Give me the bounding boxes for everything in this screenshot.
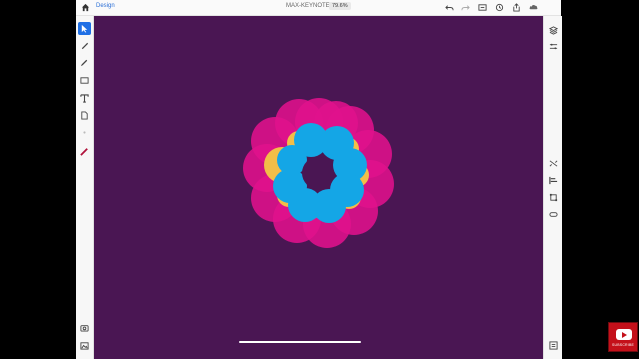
- text-tool[interactable]: [78, 92, 91, 105]
- photo-icon: [80, 342, 89, 350]
- layers-button[interactable]: [547, 24, 559, 36]
- select-icon: [81, 24, 88, 33]
- color-tool[interactable]: [78, 145, 91, 158]
- crop-icon: [549, 193, 557, 201]
- camera-icon: [80, 325, 89, 332]
- properties-button[interactable]: [547, 40, 559, 52]
- home-indicator: [239, 341, 361, 343]
- document-title[interactable]: MAX-KEYNOTE: [286, 3, 330, 9]
- photo-tool[interactable]: [78, 339, 91, 352]
- cloud-icon[interactable]: [528, 2, 539, 13]
- camera-tool[interactable]: [78, 321, 91, 334]
- flower-center: [302, 157, 334, 189]
- boolean-button[interactable]: [547, 208, 559, 220]
- boolean-icon: [548, 211, 558, 217]
- align-button[interactable]: [547, 174, 559, 186]
- right-toolbar: [543, 16, 562, 359]
- repeat-button[interactable]: [547, 157, 559, 169]
- settings-button[interactable]: [547, 339, 559, 351]
- home-icon[interactable]: [80, 2, 91, 13]
- design-canvas[interactable]: [94, 16, 543, 359]
- pen-tool[interactable]: [78, 39, 91, 52]
- undo-icon[interactable]: [444, 2, 455, 13]
- youtube-play-icon: [616, 329, 632, 340]
- properties-icon: [549, 43, 557, 49]
- layers-icon: [548, 25, 558, 35]
- pencil-icon: [80, 59, 88, 67]
- select-tool[interactable]: [78, 22, 91, 35]
- settings-icon: [548, 340, 558, 350]
- pen-icon: [81, 42, 89, 50]
- color-icon: [80, 148, 88, 156]
- redo-icon[interactable]: [460, 2, 471, 13]
- zoom-indicator[interactable]: 79.6%: [329, 2, 351, 10]
- preview-icon[interactable]: [494, 2, 505, 13]
- repeat-icon: [549, 159, 557, 167]
- subscribe-label: SUBSCRIBE: [611, 343, 635, 347]
- rectangle-tool[interactable]: [78, 74, 91, 87]
- align-icon: [548, 176, 557, 184]
- share-icon[interactable]: [477, 2, 488, 13]
- youtube-subscribe-logo[interactable]: SUBSCRIBE: [608, 322, 638, 352]
- pencil-tool[interactable]: [78, 56, 91, 69]
- top-toolbar: Design MAX-KEYNOTE 79.6%: [76, 0, 561, 16]
- image-icon: [81, 111, 88, 120]
- export-icon[interactable]: [511, 2, 522, 13]
- left-toolbar: [76, 16, 94, 359]
- divider-dots: [78, 126, 91, 139]
- text-icon: [80, 94, 89, 103]
- mode-label-design[interactable]: Design: [96, 3, 115, 9]
- crop-button[interactable]: [547, 191, 559, 203]
- flower-artwork[interactable]: [94, 16, 543, 359]
- rectangle-icon: [80, 77, 89, 84]
- image-tool[interactable]: [78, 109, 91, 122]
- vectornator-app: Design MAX-KEYNOTE 79.6%: [76, 0, 562, 359]
